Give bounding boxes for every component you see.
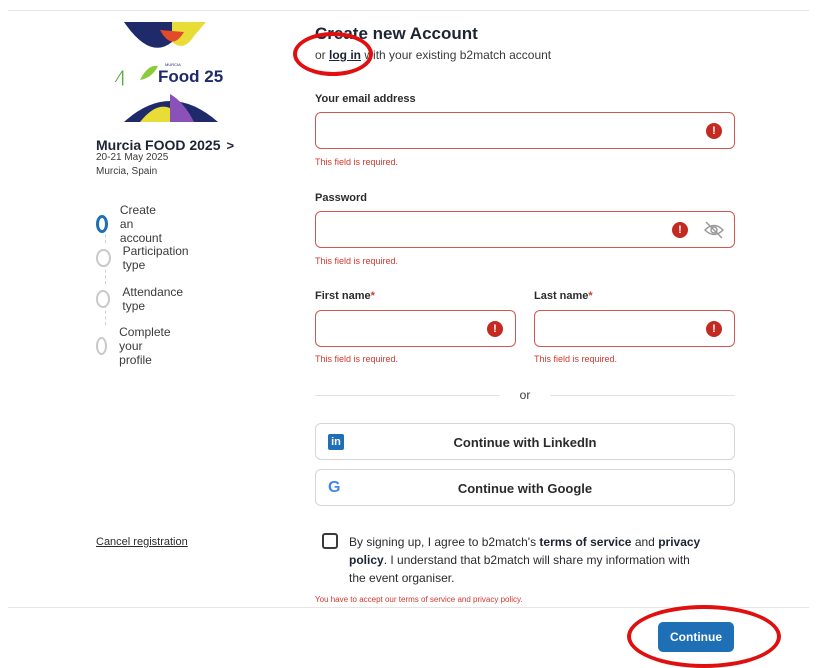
consent-text-2: and [634,535,655,549]
continue-button[interactable]: Continue [658,622,734,652]
step-label: Create an account [119,203,162,245]
step-pending-icon [96,337,108,355]
step-active-icon [96,215,108,233]
event-name-link[interactable]: Murcia FOOD 2025 > [96,137,234,153]
required-mark: * [370,290,375,302]
step-complete-profile: Complete your profile [96,325,177,367]
top-divider [8,10,809,11]
event-logo: ⁄| Food 25 MURCIA [114,22,223,122]
linkedin-button[interactable]: in Continue with LinkedIn [315,423,735,460]
step-create-account: Create an account [96,203,168,245]
error-icon: ! [706,123,722,139]
page-title: Create new Account [315,24,478,43]
email-error: This field is required. [315,157,399,167]
email-field[interactable] [316,113,734,148]
logo-mark: MURCIA [165,62,181,67]
last-name-error: This field is required. [534,354,618,364]
logo-text: Food 25 [158,67,223,86]
first-name-label-text: First name [315,290,371,302]
event-date: 20-21 May 2025 [96,152,169,163]
last-name-field-wrapper: ! [534,310,735,347]
email-label: Your email address [315,93,416,105]
consent-text: By signing up, I agree to b2match's term… [349,533,709,587]
password-error: This field is required. [315,256,399,266]
svg-text:⁄|: ⁄| [114,69,125,86]
password-field-wrapper: ! [315,211,735,248]
page-subtitle: or log in with your existing b2match acc… [315,48,551,62]
or-divider: or [315,388,735,402]
consent-text-3: . I understand that b2match will share m… [349,553,690,585]
event-name: Murcia FOOD 2025 [96,137,221,153]
first-name-error: This field is required. [315,354,399,364]
first-name-field-wrapper: ! [315,310,516,347]
subtitle-suffix: with your existing b2match account [364,48,552,62]
terms-of-service-link[interactable]: terms of service [539,535,631,549]
step-pending-icon [96,249,111,267]
first-name-label: First name* [315,290,375,302]
error-icon: ! [672,222,688,238]
first-name-field[interactable] [316,311,515,346]
google-button[interactable]: G Continue with Google [315,469,735,506]
footer-divider [8,607,809,608]
or-text: or [519,388,531,402]
eye-off-icon[interactable] [703,220,725,240]
error-icon: ! [487,321,503,337]
last-name-label-text: Last name [534,290,589,302]
email-field-wrapper: ! [315,112,735,149]
step-attendance-type: Attendance type [96,285,187,313]
consent-error: You have to accept our terms of service … [315,595,523,604]
last-name-label: Last name* [534,290,593,302]
step-label: Complete your profile [119,325,171,367]
error-icon: ! [706,321,722,337]
password-label: Password [315,192,367,204]
event-location: Murcia, Spain [96,166,158,177]
consent-text-1: By signing up, I agree to b2match's [349,535,537,549]
step-label: Attendance type [122,285,184,313]
linkedin-button-label: Continue with LinkedIn [453,435,597,450]
step-label: Participation type [122,244,189,272]
last-name-field[interactable] [535,311,734,346]
terms-checkbox[interactable] [322,533,338,549]
login-link[interactable]: log in [329,48,361,62]
google-button-label: Continue with Google [457,481,593,496]
step-participation-type: Participation type [96,244,192,272]
step-pending-icon [96,290,111,308]
cancel-registration-link[interactable]: Cancel registration [96,536,188,548]
required-mark: * [588,290,593,302]
chevron-right-icon: > [226,138,235,153]
subtitle-prefix: or [315,48,326,62]
